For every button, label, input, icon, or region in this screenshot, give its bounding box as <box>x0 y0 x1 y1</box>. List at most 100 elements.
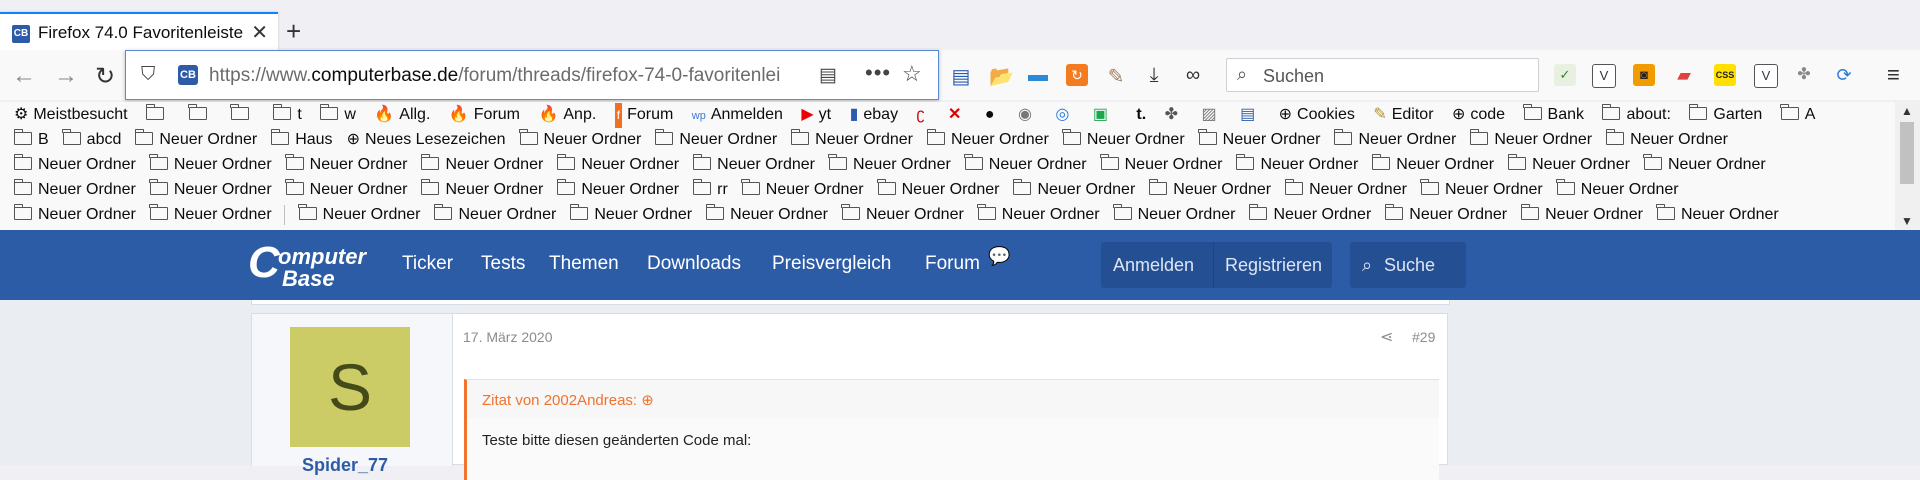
bookmark-item[interactable]: ʗ <box>917 102 930 127</box>
bookmark-item[interactable]: ▮ ebay <box>850 102 899 127</box>
bookmark-folder[interactable]: Neuer Ordner <box>1643 152 1766 177</box>
bookmark-folder[interactable]: Neuer Ordner <box>420 177 543 202</box>
post-date[interactable]: 17. März 2020 <box>463 329 553 345</box>
bookmark-item[interactable]: 🔥 Anp. <box>538 102 596 127</box>
open-folder-icon[interactable]: 📂 <box>989 64 1014 88</box>
bookmark-folder[interactable]: Neuer Ordner <box>556 177 679 202</box>
search-box[interactable]: ⌕ Suchen <box>1226 58 1539 92</box>
bookmark-item[interactable]: ▤ <box>1240 102 1260 127</box>
bookmark-folder[interactable]: Neuer Ordner <box>1284 177 1407 202</box>
bookmark-folder[interactable]: Neuer Ordner <box>692 152 815 177</box>
bookmark-item[interactable]: f Forum <box>614 102 673 128</box>
bookmark-folder[interactable]: Neuer Ordner <box>1248 202 1371 227</box>
bookmark-folder[interactable]: Neuer Ordner <box>877 177 999 202</box>
bookmark-folder[interactable]: Neuer Ordner <box>1556 177 1679 202</box>
nav-downloads[interactable]: Downloads <box>647 253 741 275</box>
bookmark-item[interactable]: t. <box>1131 102 1146 127</box>
bookmark-item[interactable]: ▨ <box>1201 102 1221 127</box>
ext-puzzle-icon[interactable]: ✤ <box>1793 64 1815 86</box>
ext-css-icon[interactable]: CSS <box>1714 64 1736 86</box>
nav-preisvergleich[interactable]: Preisvergleich <box>772 253 891 275</box>
bookmark-folder[interactable]: rr <box>692 177 728 202</box>
bookmark-folder[interactable]: Neuer Ordner <box>1333 127 1456 152</box>
bookmark-folder[interactable]: about: <box>1601 102 1671 127</box>
reader-view-icon[interactable]: ▤ <box>819 64 837 87</box>
folder-icon[interactable]: ▬ <box>1027 64 1049 86</box>
bookmark-folder[interactable]: Neuer Ordner <box>790 127 913 152</box>
up-arrow-circle-icon[interactable]: ⊕ <box>641 392 654 409</box>
bookmark-folder[interactable]: Neuer Ordner <box>1605 127 1728 152</box>
bookmark-item[interactable]: ⚙ Meistbesucht <box>14 102 128 127</box>
avatar[interactable]: S <box>290 327 410 447</box>
bookmark-item[interactable]: ◎ <box>1055 102 1074 127</box>
bookmark-folder[interactable]: Neuer Ordner <box>841 202 964 227</box>
bookmark-item[interactable]: ◉ <box>1018 102 1037 127</box>
forward-button[interactable]: → <box>54 62 78 90</box>
bookmark-folder[interactable]: Neuer Ordner <box>654 127 777 152</box>
ext-refresh-icon[interactable]: ⟳ <box>1833 64 1855 86</box>
bookmark-item[interactable]: wp Anmelden <box>692 102 783 127</box>
bookmark-item[interactable]: ✎ Editor <box>1373 102 1433 127</box>
bookmark-item[interactable]: 🔥 Allg. <box>374 102 430 127</box>
bookmark-folder[interactable]: Neuer Ordner <box>1062 127 1185 152</box>
bookmark-folder[interactable]: Bank <box>1523 102 1584 127</box>
bookmark-folder[interactable] <box>188 102 213 127</box>
tracking-protection-shield-icon[interactable]: ⛉ <box>141 64 155 86</box>
bookmark-folder[interactable]: Neuer Ordner <box>1012 177 1135 202</box>
bookmark-folder[interactable]: Neuer Ordner <box>285 177 407 202</box>
bookmark-star-icon[interactable]: ☆ <box>902 61 922 87</box>
download-icon[interactable]: ⤓ <box>1143 64 1165 86</box>
bookmark-folder[interactable]: abcd <box>62 127 121 152</box>
post-number[interactable]: #29 <box>1412 329 1435 345</box>
ext-v2-icon[interactable]: V <box>1754 64 1778 88</box>
bookmark-folder[interactable]: Neuer Ordner <box>134 127 257 152</box>
bookmark-folder[interactable]: Haus <box>270 127 333 152</box>
ext-magnifier-icon[interactable]: ◙ <box>1633 64 1655 86</box>
bookmark-folder[interactable]: Neuer Ordner <box>1198 127 1320 152</box>
bookmark-folder[interactable]: Neuer Ordner <box>13 177 136 202</box>
sync-addon-icon[interactable]: ↻ <box>1066 64 1088 86</box>
bookmark-folder[interactable]: Neuer Ordner <box>741 177 864 202</box>
bookmark-folder[interactable]: Neuer Ordner <box>298 202 420 227</box>
address-bar[interactable]: ⛉ CB https://www.computerbase.de/forum/t… <box>125 50 939 100</box>
bookmark-folder[interactable]: Neuer Ordner <box>556 152 679 177</box>
bookmark-item[interactable]: ▣ <box>1093 102 1113 127</box>
bookmark-item[interactable]: ⊕ Neues Lesezeichen <box>347 127 506 152</box>
url-text[interactable]: https://www.computerbase.de/forum/thread… <box>209 65 780 87</box>
bookmark-folder[interactable] <box>145 102 170 127</box>
ext-check-icon[interactable]: ✓ <box>1554 64 1576 86</box>
bookmark-folder[interactable]: Neuer Ordner <box>1656 202 1779 227</box>
new-tab-button[interactable]: + <box>286 16 301 47</box>
bookmark-folder[interactable]: Neuer Ordner <box>1100 152 1222 177</box>
nav-themen[interactable]: Themen <box>549 253 619 275</box>
tab-close-icon[interactable]: ✕ <box>251 20 268 45</box>
bookmark-folder[interactable]: Neuer Ordner <box>1148 177 1271 202</box>
bookmark-folder[interactable]: A <box>1780 102 1815 127</box>
menu-icon[interactable]: ≡ <box>1887 62 1900 88</box>
broom-icon[interactable]: ✎ <box>1105 64 1127 88</box>
bookmark-folder[interactable]: Neuer Ordner <box>149 202 272 227</box>
bookmark-folder[interactable]: Neuer Ordner <box>705 202 828 227</box>
bookmark-folder[interactable]: Neuer Ordner <box>964 152 1087 177</box>
page-actions-icon[interactable]: ••• <box>865 60 891 86</box>
bookmark-item[interactable]: 🔥 Forum <box>449 102 520 127</box>
bookmark-folder[interactable]: B <box>13 127 49 152</box>
bookmark-item[interactable]: ⊕ Cookies <box>1279 102 1355 127</box>
bookmark-item[interactable]: ✕ <box>948 102 966 127</box>
private-mask-icon[interactable]: ∞ <box>1182 64 1204 86</box>
bookmark-item[interactable]: ✤ <box>1165 102 1183 127</box>
scroll-up-icon[interactable]: ▲ <box>1901 104 1913 118</box>
reload-button[interactable]: ↻ <box>95 62 115 91</box>
bookmark-item[interactable]: ● <box>985 102 1000 127</box>
bookmark-folder[interactable]: Garten <box>1688 102 1762 127</box>
bookmark-folder[interactable]: Neuer Ordner <box>1469 127 1592 152</box>
bookmark-folder[interactable]: Neuer Ordner <box>1420 177 1543 202</box>
scrollbar-thumb[interactable] <box>1900 122 1914 184</box>
bookmark-folder[interactable]: Neuer Ordner <box>1371 152 1494 177</box>
bookmark-folder[interactable] <box>230 102 255 127</box>
register-button[interactable]: Registrieren <box>1225 255 1322 276</box>
bookmark-folder[interactable]: Neuer Ordner <box>977 202 1100 227</box>
bookmark-folder[interactable]: Neuer Ordner <box>828 152 951 177</box>
ext-eraser-icon[interactable]: ▰ <box>1673 64 1695 86</box>
bookmark-folder[interactable]: Neuer Ordner <box>285 152 407 177</box>
